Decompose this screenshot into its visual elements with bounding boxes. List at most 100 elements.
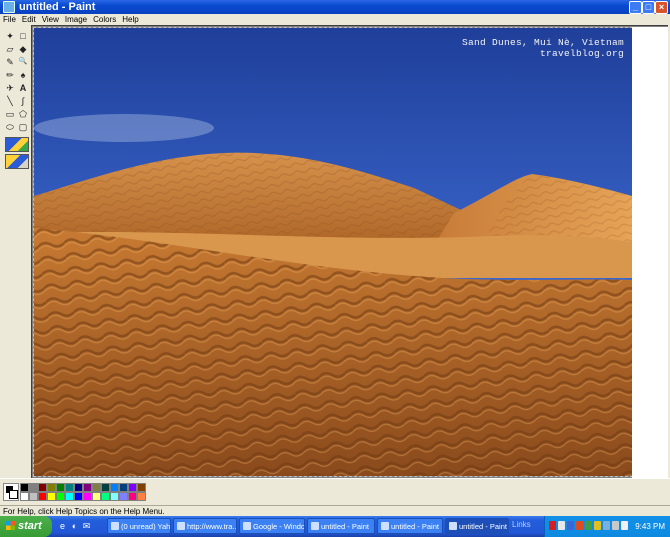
tray-network-icon[interactable] (567, 521, 574, 530)
caption-location: Sand Dunes, Mui Nè, Vietnam (461, 37, 624, 48)
line-icon[interactable]: ╲ (4, 95, 16, 107)
color-swatch[interactable] (74, 492, 83, 501)
start-label: start (18, 520, 42, 532)
close-button[interactable]: × (655, 1, 668, 14)
caption-source: travelblog.org (539, 48, 624, 59)
tray-update-icon[interactable] (585, 521, 592, 530)
drawing-canvas[interactable]: Sand Dunes, Mui Nè, Vietnam travelblog.o… (33, 27, 633, 477)
menu-view[interactable]: View (39, 14, 62, 25)
color-swatch[interactable] (137, 492, 146, 501)
task-paint-3[interactable]: untitled - Paint (445, 518, 509, 534)
ie-icon (111, 522, 119, 530)
color-swatch[interactable] (92, 492, 101, 501)
brush-icon[interactable]: ♠ (17, 69, 29, 81)
color-swatch[interactable] (29, 483, 38, 492)
color-palette (0, 478, 670, 506)
color-swatch[interactable] (20, 483, 29, 492)
tray-window-icon[interactable] (558, 521, 565, 530)
magnifier-icon[interactable]: 🔍 (17, 56, 29, 68)
color-swatch[interactable] (110, 483, 119, 492)
color-swatch[interactable] (119, 483, 128, 492)
color-swatch[interactable] (29, 492, 38, 501)
ie-icon (243, 522, 251, 530)
curve-icon[interactable]: ∫ (17, 95, 29, 107)
opaque-option-icon[interactable] (5, 154, 29, 169)
color-swatch[interactable] (128, 483, 137, 492)
paint-app-icon[interactable] (3, 1, 15, 13)
rounded-rect-icon[interactable]: ▢ (17, 121, 29, 133)
eraser-icon[interactable]: ▱ (4, 43, 16, 55)
canvas-margin (632, 27, 668, 478)
start-button[interactable]: start (0, 516, 52, 537)
window-title: untitled - Paint (19, 1, 96, 13)
color-swatch[interactable] (119, 492, 128, 501)
tool-box: ✦ □ ▱ ◆ ✎ 🔍 ✏ ♠ ✈ A ╲ ∫ ▭ ⬠ ⬭ ▢ (2, 27, 30, 475)
tray-alert-icon[interactable] (594, 521, 601, 530)
paint-icon (381, 522, 389, 530)
task-travelblog[interactable]: http://www.tra... (173, 518, 237, 534)
menu-image[interactable]: Image (62, 14, 90, 25)
tray-volume-icon[interactable] (612, 521, 619, 530)
color-swatch[interactable] (65, 492, 74, 501)
paint-icon (449, 522, 457, 530)
color-picker-icon[interactable]: ✎ (4, 56, 16, 68)
free-select-icon[interactable]: ✦ (4, 30, 16, 42)
mail-quicklaunch-icon[interactable]: ✉ (82, 520, 91, 532)
color-swatch[interactable] (110, 492, 119, 501)
menu-bar: File Edit View Image Colors Help (0, 14, 670, 25)
task-paint-1[interactable]: untitled - Paint (307, 518, 375, 534)
current-colors[interactable] (3, 483, 19, 501)
taskbar: start e ◐ ✉ (0 unread) Yah... http://www… (0, 516, 670, 537)
airbrush-icon[interactable]: ✈ (4, 82, 16, 94)
background-color (9, 490, 18, 499)
canvas-area: Sand Dunes, Mui Nè, Vietnam travelblog.o… (31, 25, 668, 478)
clock: 9:43 PM (635, 522, 665, 531)
tray-connection-icon[interactable] (621, 521, 628, 530)
maximize-button[interactable]: □ (642, 1, 655, 14)
menu-help[interactable]: Help (119, 14, 141, 25)
sand-dunes-photo (34, 28, 632, 476)
ie-icon (177, 522, 185, 530)
color-swatch[interactable] (128, 492, 137, 501)
color-swatch[interactable] (20, 492, 29, 501)
title-bar: untitled - Paint _ □ × (0, 0, 670, 14)
task-paint-2[interactable]: untitled - Paint (377, 518, 443, 534)
tray-app-icon[interactable] (549, 521, 556, 530)
tray-display-icon[interactable] (603, 521, 610, 530)
polygon-icon[interactable]: ⬠ (17, 108, 29, 120)
color-swatch[interactable] (56, 492, 65, 501)
rectangle-icon[interactable]: ▭ (4, 108, 16, 120)
rect-select-icon[interactable]: □ (17, 30, 29, 42)
color-swatch[interactable] (74, 483, 83, 492)
menu-edit[interactable]: Edit (19, 14, 39, 25)
color-swatch[interactable] (101, 483, 110, 492)
color-swatch[interactable] (92, 483, 101, 492)
minimize-button[interactable]: _ (629, 1, 642, 14)
color-swatch[interactable] (101, 492, 110, 501)
color-swatch[interactable] (38, 483, 47, 492)
text-icon[interactable]: A (17, 82, 29, 94)
color-swatch[interactable] (47, 483, 56, 492)
menu-file[interactable]: File (0, 14, 19, 25)
task-google[interactable]: Google - Windo... (239, 518, 305, 534)
color-swatch[interactable] (38, 492, 47, 501)
pencil-icon[interactable]: ✏ (4, 69, 16, 81)
ellipse-icon[interactable]: ⬭ (4, 121, 16, 133)
color-swatch[interactable] (137, 483, 146, 492)
color-swatch[interactable] (65, 483, 74, 492)
color-swatch[interactable] (56, 483, 65, 492)
fill-icon[interactable]: ◆ (17, 43, 29, 55)
system-tray: 9:43 PM (544, 516, 670, 537)
menu-colors[interactable]: Colors (90, 14, 119, 25)
photo-caption: Sand Dunes, Mui Nè, Vietnam travelblog.o… (462, 37, 624, 59)
color-swatch[interactable] (47, 492, 56, 501)
ie-quicklaunch-icon[interactable]: e (58, 520, 67, 532)
task-yahoo[interactable]: (0 unread) Yah... (107, 518, 171, 534)
links-toolbar[interactable]: Links (512, 520, 531, 529)
transparent-option-icon[interactable] (5, 137, 29, 152)
desktop-quicklaunch-icon[interactable]: ◐ (70, 520, 79, 532)
color-swatch[interactable] (83, 492, 92, 501)
windows-logo-icon (6, 521, 15, 530)
color-swatch[interactable] (83, 483, 92, 492)
tray-shield-icon[interactable] (576, 521, 583, 530)
